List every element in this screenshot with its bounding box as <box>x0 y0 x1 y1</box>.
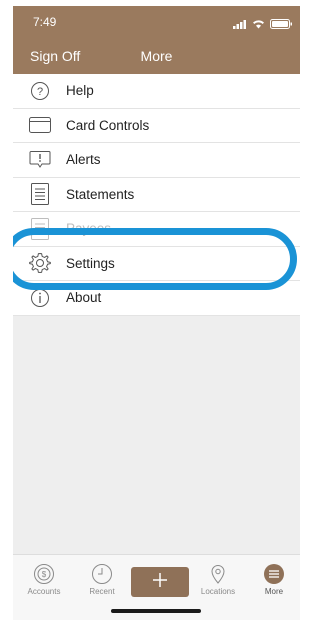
menu-item-alerts[interactable]: Alerts <box>13 143 300 178</box>
menu-item-settings[interactable]: Settings <box>13 246 300 281</box>
status-icons <box>233 16 292 34</box>
document-icon <box>28 182 52 206</box>
tab-label: More <box>264 587 284 596</box>
tab-more[interactable]: More <box>251 563 297 596</box>
tab-label: Accounts <box>27 587 61 596</box>
menu-item-card-controls[interactable]: Card Controls <box>13 108 300 143</box>
clock-icon <box>79 563 125 585</box>
home-indicator <box>111 609 201 613</box>
signal-icon <box>233 16 247 34</box>
menu-item-help[interactable]: ? Help <box>13 74 300 109</box>
accounts-icon: $ <box>21 563 67 585</box>
svg-text:?: ? <box>37 86 43 98</box>
menu-item-label: Alerts <box>66 152 101 168</box>
wifi-icon <box>252 16 265 34</box>
svg-text:$: $ <box>42 570 47 579</box>
menu-item-label: Payees <box>66 221 112 237</box>
payees-icon <box>28 217 52 241</box>
status-bar: 7:49 <box>13 6 300 38</box>
plus-icon <box>152 572 168 593</box>
more-menu-list: ? Help Card Controls Alerts Statements P… <box>13 74 300 316</box>
navigation-bar: Sign Off More <box>13 38 300 74</box>
menu-icon <box>251 563 297 585</box>
menu-item-about[interactable]: About <box>13 281 300 316</box>
battery-icon <box>270 16 292 34</box>
status-time: 7:49 <box>33 15 57 29</box>
tab-locations[interactable]: Locations <box>195 563 241 596</box>
menu-item-label: Help <box>66 83 94 99</box>
add-button[interactable] <box>131 567 189 597</box>
menu-item-label: Card Controls <box>66 117 150 133</box>
help-icon: ? <box>28 79 52 103</box>
menu-item-payees[interactable]: Payees <box>13 212 300 247</box>
tab-accounts[interactable]: $ Accounts <box>21 563 67 596</box>
location-icon <box>195 563 241 585</box>
menu-item-label: Settings <box>66 255 115 271</box>
gear-icon <box>28 251 52 275</box>
page-title: More <box>140 48 173 64</box>
card-icon <box>28 113 52 137</box>
menu-item-statements[interactable]: Statements <box>13 177 300 212</box>
alert-icon <box>28 148 52 172</box>
phone-screen: 7:49 Sign Off More ? Help Card Controls … <box>13 6 300 620</box>
menu-item-label: About <box>66 290 102 306</box>
menu-item-label: Statements <box>66 186 135 202</box>
tab-recent[interactable]: Recent <box>79 563 125 596</box>
tab-label: Locations <box>200 587 236 596</box>
tab-label: Recent <box>89 587 115 596</box>
info-icon <box>28 286 52 310</box>
